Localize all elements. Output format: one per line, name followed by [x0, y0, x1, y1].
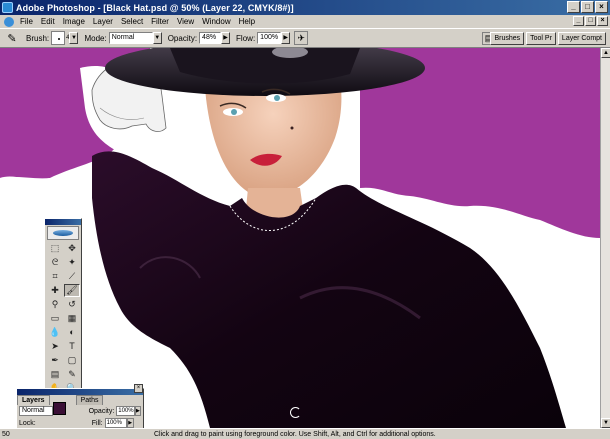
history-brush-icon[interactable]: ↺: [64, 298, 80, 311]
mode-dropdown-icon[interactable]: ▼: [152, 32, 162, 44]
eraser-icon[interactable]: ▭: [47, 312, 63, 325]
move-icon[interactable]: ✥: [64, 242, 80, 255]
artwork-illustration: [0, 48, 600, 428]
menu-select[interactable]: Select: [117, 17, 147, 26]
maximize-button[interactable]: □: [581, 1, 594, 13]
tab-paths[interactable]: Paths: [75, 395, 104, 405]
toolbox-titlebar[interactable]: [45, 219, 81, 225]
tab-brushes[interactable]: Brushes: [490, 32, 525, 45]
flow-field[interactable]: 100%: [257, 32, 282, 44]
menu-edit[interactable]: Edit: [37, 17, 59, 26]
type-icon[interactable]: T: [64, 340, 80, 353]
document-canvas[interactable]: [0, 48, 600, 428]
opacity-label: Opacity:: [167, 33, 198, 43]
menu-view[interactable]: View: [173, 17, 198, 26]
doc-maximize-button[interactable]: □: [585, 16, 596, 26]
brush-tool-icon[interactable]: ✎: [4, 32, 20, 45]
mode-label: Mode:: [84, 33, 107, 43]
tab-layers[interactable]: Layers: [17, 395, 50, 405]
doc-minimize-button[interactable]: _: [573, 16, 584, 26]
opacity-slider-icon[interactable]: ▶: [221, 32, 231, 44]
layer-opacity-field[interactable]: 100%: [116, 406, 135, 416]
close-button[interactable]: ×: [595, 1, 608, 13]
layers-titlebar[interactable]: ×: [17, 384, 143, 395]
foreground-color-swatch[interactable]: [53, 402, 66, 415]
menu-file[interactable]: File: [16, 17, 37, 26]
minimize-button[interactable]: _: [567, 1, 580, 13]
menu-window[interactable]: Window: [198, 17, 234, 26]
layer-opacity-slider-icon[interactable]: ▶: [134, 406, 141, 416]
dodge-icon[interactable]: ◐: [64, 326, 80, 339]
menu-image[interactable]: Image: [59, 17, 89, 26]
palette-well: Brushes Tool Pr Layer Compt: [490, 32, 606, 45]
vertical-scrollbar[interactable]: ▲ ▼: [600, 48, 610, 428]
brush-cursor-icon: [290, 407, 301, 418]
photoshop-logo-icon: [4, 16, 14, 27]
status-message: Click and drag to paint using foreground…: [154, 430, 436, 438]
status-bar: 50 Click and drag to paint using foregro…: [0, 428, 610, 439]
scroll-up-icon[interactable]: ▲: [601, 48, 610, 58]
pen-icon[interactable]: ✒: [47, 354, 63, 367]
title-bar: Adobe Photoshop - [Black Hat.psd @ 50% (…: [0, 0, 610, 15]
menu-filter[interactable]: Filter: [147, 17, 173, 26]
blend-mode-select[interactable]: Normal: [19, 406, 53, 416]
menu-layer[interactable]: Layer: [89, 17, 117, 26]
shape-icon[interactable]: ▢: [64, 354, 80, 367]
fill-label: Fill:: [91, 419, 103, 427]
eyedropper-icon[interactable]: ✎: [64, 368, 80, 381]
menu-help[interactable]: Help: [235, 17, 259, 26]
blur-icon[interactable]: 💧: [47, 326, 63, 339]
fill-slider-icon[interactable]: ▶: [126, 418, 134, 428]
flow-label: Flow:: [236, 33, 256, 43]
options-bar: ✎ Brush: 4 ▼ Mode: Normal ▼ Opacity: 48%…: [0, 28, 610, 48]
fill-field[interactable]: 100%: [104, 418, 127, 428]
gradient-icon[interactable]: ▦: [64, 312, 80, 325]
crop-icon[interactable]: ⌗: [47, 270, 63, 283]
brush-label: Brush:: [26, 33, 50, 43]
opacity-field[interactable]: 48%: [199, 32, 222, 44]
layer-opacity-label: Opacity:: [88, 407, 115, 415]
scroll-down-icon[interactable]: ▼: [601, 418, 610, 428]
brush-dropdown-icon[interactable]: ▼: [69, 32, 79, 44]
healing-brush-icon[interactable]: ✚: [47, 284, 63, 297]
feather-logo-icon[interactable]: [47, 226, 79, 240]
tab-layer-comps[interactable]: Layer Compt: [557, 32, 606, 45]
layers-close-icon[interactable]: ×: [134, 384, 143, 393]
tool-grid: ⬚✥ᘓ✦⌗⟋✚🖌⚲↺▭▦💧◐➤T✒▢▤✎✋🔍: [45, 241, 81, 396]
doc-close-button[interactable]: ×: [597, 16, 608, 26]
toolbox-palette: ⬚✥ᘓ✦⌗⟋✚🖌⚲↺▭▦💧◐➤T✒▢▤✎✋🔍: [44, 218, 82, 421]
notes-icon[interactable]: ▤: [47, 368, 63, 381]
tab-tool-presets[interactable]: Tool Pr: [526, 32, 556, 45]
window-title: Adobe Photoshop - [Black Hat.psd @ 50% (…: [16, 2, 294, 13]
zoom-level[interactable]: 50: [0, 431, 18, 438]
brush-icon[interactable]: 🖌: [64, 284, 80, 297]
path-selection-icon[interactable]: ➤: [47, 340, 63, 353]
clone-stamp-icon[interactable]: ⚲: [47, 298, 63, 311]
lock-label: Lock:: [19, 419, 36, 427]
lasso-icon[interactable]: ᘓ: [47, 256, 63, 269]
marquee-icon[interactable]: ⬚: [47, 242, 63, 255]
flow-slider-icon[interactable]: ▶: [281, 32, 291, 44]
slice-icon[interactable]: ⟋: [64, 270, 80, 283]
magic-wand-icon[interactable]: ✦: [64, 256, 80, 269]
mode-select[interactable]: Normal: [108, 32, 153, 44]
menu-bar: File Edit Image Layer Select Filter View…: [0, 15, 610, 28]
brush-preset-picker[interactable]: [51, 31, 66, 45]
photoshop-app-icon: [2, 2, 13, 13]
airbrush-icon[interactable]: ✈: [294, 31, 309, 45]
